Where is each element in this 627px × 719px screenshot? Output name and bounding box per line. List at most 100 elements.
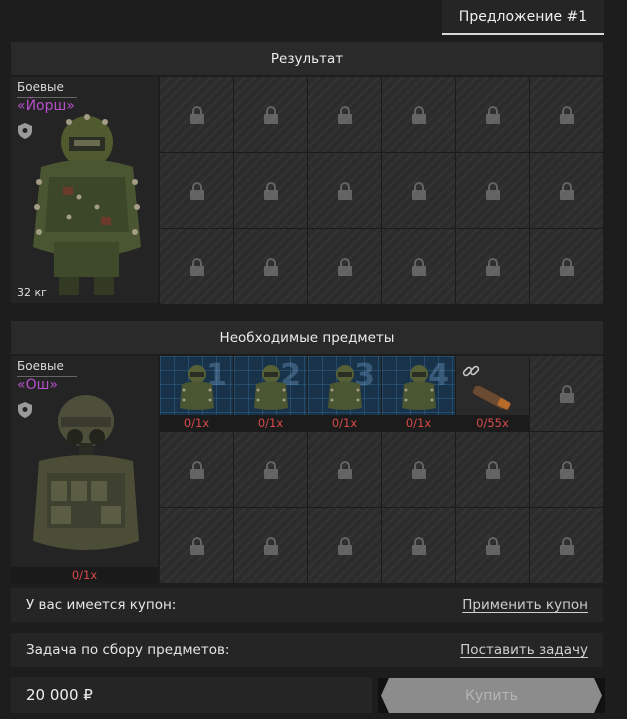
lock-icon [411, 257, 426, 276]
lock-icon [263, 105, 278, 124]
locked-slot [160, 153, 233, 228]
lock-icon [559, 460, 574, 479]
locked-slot [308, 77, 381, 152]
locked-slot [382, 508, 455, 583]
result-item-card[interactable]: Боевые «Йорш» 32 кг [11, 77, 158, 303]
task-row: Задача по сбору предметов: Поставить зад… [11, 633, 603, 667]
shield-icon [18, 402, 32, 418]
locked-slot [382, 432, 455, 507]
result-header: Результат [11, 42, 603, 75]
required-item-card[interactable]: Боевые «Ош» 0/1x [11, 356, 158, 583]
locked-slot [234, 77, 307, 152]
result-item-category: Боевые [17, 80, 64, 94]
armor-osh-image [33, 395, 139, 550]
locked-slot [456, 77, 529, 152]
locked-slot [160, 508, 233, 583]
lock-icon [559, 257, 574, 276]
armor-yorsh-image [33, 114, 141, 295]
lock-icon [337, 257, 352, 276]
lock-icon [559, 536, 574, 555]
link-icon [462, 365, 480, 377]
armor-thumbnail-icon [254, 365, 288, 410]
lock-icon [485, 536, 500, 555]
locked-slot [234, 153, 307, 228]
armor-thumbnail-icon [402, 365, 436, 410]
locked-slot [234, 432, 307, 507]
locked-slot [530, 508, 603, 583]
locked-slot [456, 432, 529, 507]
repair-kit-icon [472, 386, 511, 410]
locked-slot [308, 432, 381, 507]
required-slot[interactable]: 4 0/1x [382, 356, 455, 431]
task-label: Задача по сбору предметов: [26, 642, 230, 658]
locked-slot [530, 153, 603, 228]
lock-icon [411, 460, 426, 479]
price-display: 20 000 ₽ [11, 677, 372, 713]
coupon-label: У вас имеется купон: [26, 597, 177, 613]
locked-slot [382, 77, 455, 152]
locked-slot [456, 153, 529, 228]
result-item-name: «Йорш» [17, 98, 75, 114]
result-slots-grid [160, 77, 603, 304]
required-item-name: «Ош» [17, 377, 58, 393]
shield-icon [18, 123, 32, 139]
lock-icon [337, 105, 352, 124]
lock-icon [485, 181, 500, 200]
locked-slot [382, 229, 455, 304]
locked-slot [160, 432, 233, 507]
lock-icon [189, 105, 204, 124]
required-slot[interactable]: 0/55x [456, 356, 529, 431]
lock-icon [485, 460, 500, 479]
required-slots-grid: 1 0/1x 2 0/1x 3 0/1x 4 0/1x 0/55x [160, 356, 603, 583]
lock-icon [559, 105, 574, 124]
lock-icon [189, 536, 204, 555]
required-item-count: 0/1x [11, 567, 158, 583]
slot-count: 0/1x [160, 415, 233, 431]
locked-slot [234, 229, 307, 304]
lock-icon [337, 181, 352, 200]
armor-thumbnail-icon [180, 365, 214, 410]
locked-slot [382, 153, 455, 228]
locked-slot [530, 77, 603, 152]
lock-icon [263, 460, 278, 479]
slot-count: 0/55x [456, 415, 529, 431]
slot-count: 0/1x [308, 415, 381, 431]
lock-icon [411, 181, 426, 200]
coupon-row: У вас имеется купон: Применить купон [11, 588, 603, 622]
lock-icon [263, 536, 278, 555]
lock-icon [559, 181, 574, 200]
lock-icon [485, 257, 500, 276]
locked-slot [308, 508, 381, 583]
required-slot[interactable]: 1 0/1x [160, 356, 233, 431]
slot-count: 0/1x [382, 415, 455, 431]
locked-slot [530, 432, 603, 507]
lock-icon [411, 536, 426, 555]
locked-slot [308, 229, 381, 304]
slot-count: 0/1x [234, 415, 307, 431]
tab-offer-1[interactable]: Предложение #1 [442, 0, 604, 35]
locked-slot [160, 77, 233, 152]
locked-slot [456, 508, 529, 583]
result-item-weight: 32 кг [17, 286, 47, 299]
set-task-button[interactable]: Поставить задачу [460, 642, 588, 658]
armor-thumbnail-icon [328, 365, 362, 410]
locked-slot [530, 229, 603, 304]
lock-icon [189, 257, 204, 276]
lock-icon [189, 460, 204, 479]
required-slot[interactable]: 3 0/1x [308, 356, 381, 431]
locked-slot [160, 229, 233, 304]
lock-icon [263, 181, 278, 200]
lock-icon [189, 181, 204, 200]
lock-icon [559, 384, 574, 403]
lock-icon [411, 105, 426, 124]
lock-icon [337, 536, 352, 555]
lock-icon [485, 105, 500, 124]
locked-slot [456, 229, 529, 304]
locked-slot [308, 153, 381, 228]
apply-coupon-button[interactable]: Применить купон [462, 597, 588, 613]
buy-button[interactable]: Купить [381, 678, 602, 713]
required-item-category: Боевые [17, 359, 64, 373]
lock-icon [337, 460, 352, 479]
lock-icon [263, 257, 278, 276]
required-slot[interactable]: 2 0/1x [234, 356, 307, 431]
